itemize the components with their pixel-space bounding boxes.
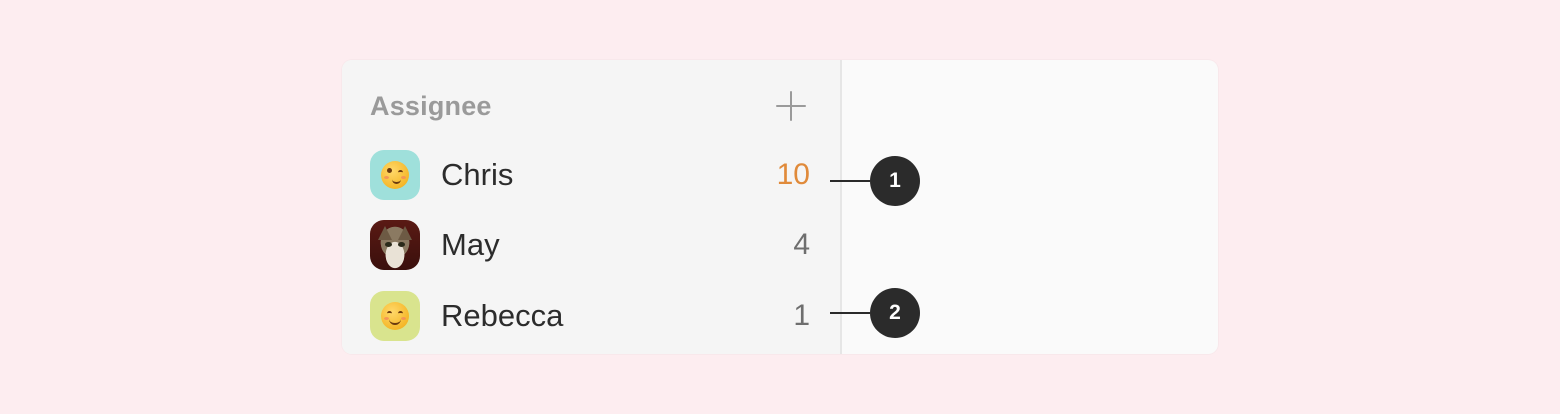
avatar (370, 220, 420, 270)
assignee-count: 10 (776, 158, 810, 191)
assignee-row-rebecca[interactable]: Rebecca 1 (370, 290, 810, 342)
assignee-row-may[interactable]: May 4 (370, 219, 810, 271)
callout-badge: 2 (870, 288, 920, 338)
assignee-name: Chris (441, 157, 514, 192)
avatar (370, 150, 420, 200)
filter-panel: Assignee Chris 10 May 4 Rebecca 1 (342, 60, 1218, 354)
smiling-face-icon (381, 302, 409, 330)
avatar (370, 291, 420, 341)
callout-2: 2 (830, 288, 920, 338)
callout-connector (830, 180, 870, 182)
assignee-sidebar: Assignee Chris 10 May 4 Rebecca 1 (342, 60, 842, 354)
assignee-row-chris[interactable]: Chris 10 (370, 149, 810, 201)
group-title: Assignee (370, 90, 492, 121)
assignee-name: May (441, 227, 500, 262)
assignee-count: 1 (793, 299, 810, 332)
assignee-name: Rebecca (441, 298, 564, 333)
assignee-count: 4 (793, 228, 810, 261)
add-assignee-button[interactable] (774, 89, 808, 123)
callout-badge: 1 (870, 156, 920, 206)
winking-face-icon (381, 161, 409, 189)
callout-connector (830, 312, 870, 314)
callout-1: 1 (830, 156, 920, 206)
assignee-group-header: Assignee (370, 88, 810, 124)
